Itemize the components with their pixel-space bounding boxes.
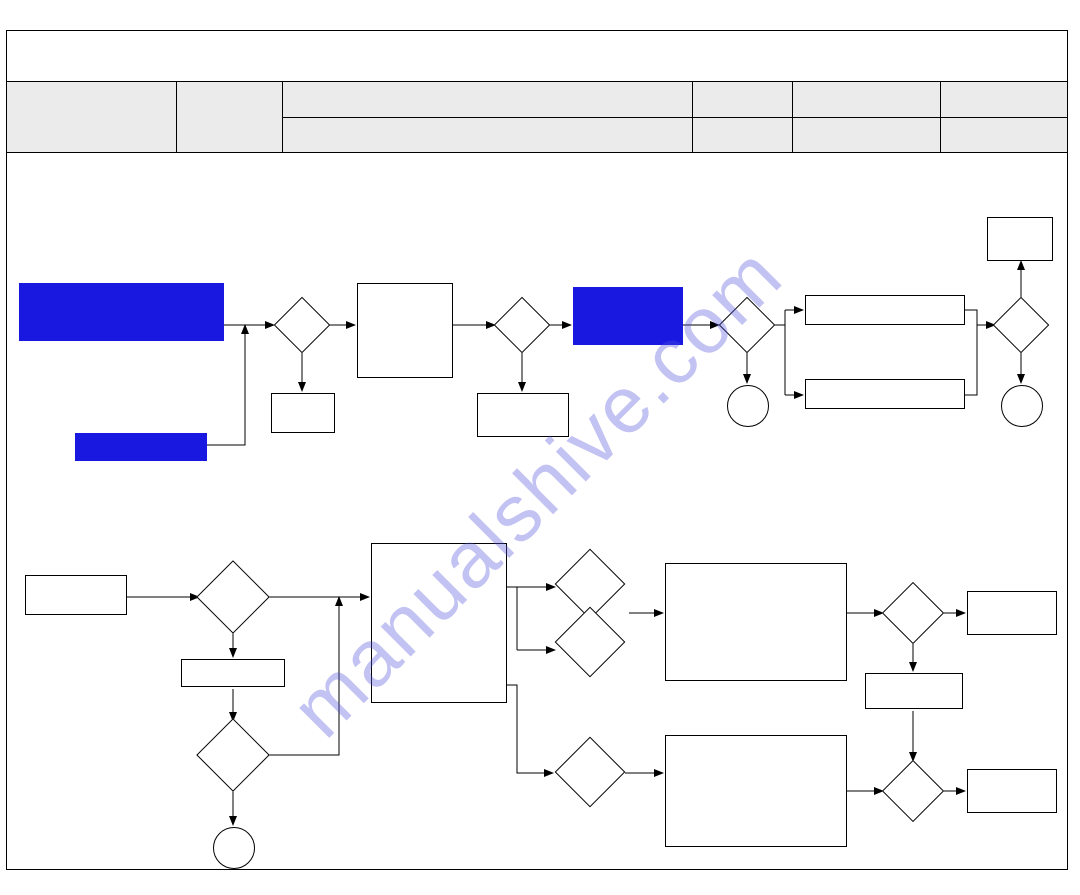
header-cell-2 (177, 82, 283, 152)
process-blue-3 (573, 287, 683, 345)
connectors (7, 155, 1067, 869)
start-2 (25, 575, 127, 615)
header-cell-5 (793, 82, 941, 152)
header-cell-4-split (693, 117, 792, 118)
process-big-left (371, 543, 507, 703)
header-cell-1 (7, 82, 177, 152)
page-frame: manualshive.com (6, 30, 1068, 870)
terminator-1 (727, 385, 769, 427)
process-1a (271, 393, 335, 433)
process-2a (477, 393, 569, 437)
process-big-right-upper (665, 563, 847, 681)
process-1 (357, 283, 453, 378)
process-6 (181, 659, 285, 687)
process-big-right-lower (665, 735, 847, 847)
header-cell-3-split (283, 117, 692, 118)
header-band (7, 81, 1067, 153)
header-cell-6 (941, 82, 1067, 152)
terminator-3 (213, 827, 255, 869)
process-3-bottom (805, 379, 965, 409)
terminator-2 (1001, 385, 1043, 427)
process-r1 (967, 591, 1057, 635)
process-r2 (865, 673, 963, 709)
process-3-top (805, 295, 965, 325)
process-blue-2 (75, 433, 207, 461)
header-cell-6-split (941, 117, 1067, 118)
header-cell-4 (693, 82, 793, 152)
process-4-top (987, 217, 1053, 261)
header-cell-3 (283, 82, 693, 152)
process-blue-1 (19, 283, 224, 341)
diagram-canvas (7, 155, 1067, 869)
process-r3 (967, 769, 1057, 813)
header-cell-5-split (793, 117, 940, 118)
